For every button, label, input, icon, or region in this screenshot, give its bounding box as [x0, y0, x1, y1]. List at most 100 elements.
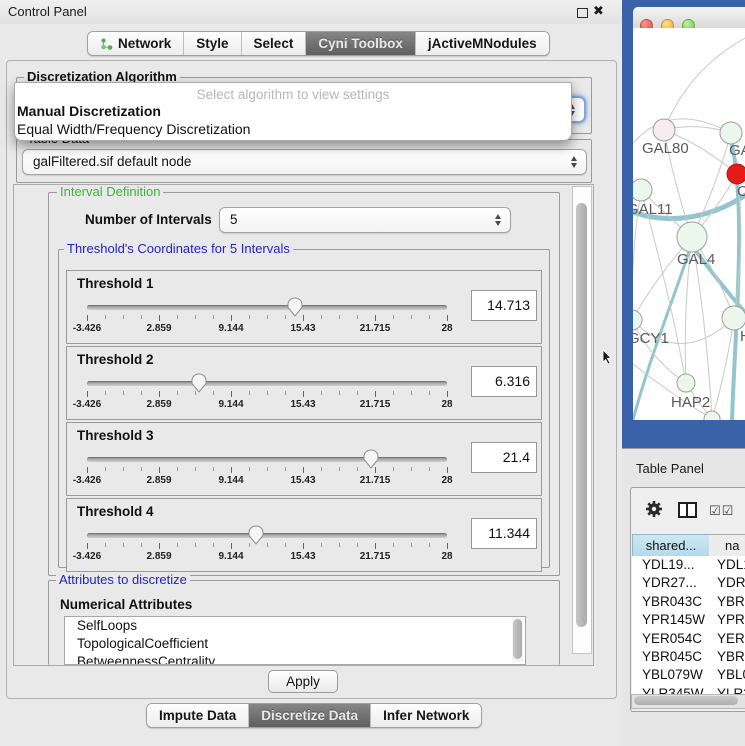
tab-network[interactable]: Network — [88, 32, 184, 55]
tab-jactivemnodules[interactable]: jActiveMNodules — [416, 32, 549, 55]
panel-title: Control Panel — [8, 4, 87, 19]
tick-label: 15.43 — [279, 475, 327, 486]
slider-tick — [411, 543, 412, 547]
mouse-cursor — [602, 350, 614, 364]
slider-tick — [141, 467, 142, 471]
table-row[interactable]: YPR145WYPR1 — [632, 611, 745, 629]
tab-discretize-data[interactable]: Discretize Data — [249, 704, 371, 727]
slider-tick — [429, 315, 430, 319]
attribute-list-item[interactable]: BetweennessCentrality — [65, 653, 525, 665]
slider-tick — [267, 467, 268, 471]
popup-option-manual[interactable]: Manual Discretization — [17, 103, 161, 119]
table-rows: YDL19...YDL1YDR27...YDR2YBR043CYBR0YPR14… — [632, 556, 745, 694]
table-row[interactable]: YBR043CYBR0 — [632, 593, 745, 611]
tick-label: 15.43 — [279, 399, 327, 410]
attribute-list-item[interactable]: TopologicalCoefficient — [65, 635, 525, 653]
control-panel-titlebar: Control Panel ✖ — [0, 0, 622, 24]
gear-icon[interactable] — [645, 500, 663, 518]
network-graph[interactable]: GAL80GACGAL11GAL4GCY1HHAP2 — [633, 28, 745, 420]
tab-cyni-toolbox[interactable]: Cyni Toolbox — [306, 32, 416, 55]
tab-label: jActiveMNodules — [428, 32, 537, 55]
tab-label: Style — [196, 32, 228, 55]
slider-thumb[interactable] — [287, 297, 303, 317]
cell-shared-name: YBL079W — [642, 666, 703, 684]
network-view-canvas[interactable]: GAL80GACGAL11GAL4GCY1HHAP2 — [633, 28, 745, 420]
table-row[interactable]: YDL19...YDL1 — [632, 556, 745, 574]
horizontal-scrollbar[interactable] — [631, 694, 745, 709]
network-node-h[interactable] — [722, 306, 745, 330]
slider-thumb[interactable] — [248, 525, 264, 545]
network-node-hap2[interactable] — [677, 374, 695, 392]
cell-shared-name: YDL19... — [642, 556, 695, 574]
slider-thumb[interactable] — [363, 449, 379, 469]
column-header-shared-name[interactable]: shared... — [632, 534, 710, 557]
tick-label: 2.859 — [135, 475, 183, 486]
tab-select[interactable]: Select — [242, 32, 307, 55]
slider-tick — [411, 315, 412, 319]
slider-tick — [249, 543, 250, 547]
slider-track[interactable] — [87, 305, 447, 310]
slider-tick — [393, 467, 394, 471]
table-row[interactable]: YER054C YER0 — [632, 630, 745, 648]
close-icon[interactable]: ✖ — [593, 3, 604, 19]
cell-name: YBL0 — [717, 666, 745, 684]
vertical-scrollbar[interactable] — [572, 186, 592, 654]
table-row[interactable]: YDR27...YDR2 — [632, 574, 745, 592]
attribute-list-item[interactable]: SelfLoops — [65, 617, 525, 635]
split-columns-icon[interactable] — [678, 502, 697, 518]
num-intervals-combobox[interactable]: 5 — [219, 207, 511, 233]
tick-label: 2.859 — [135, 399, 183, 410]
slider-tick — [195, 315, 196, 319]
table-data-combobox[interactable]: galFiltered.sif default node — [22, 149, 587, 175]
slider-tick — [429, 467, 430, 471]
slider-tick — [357, 467, 358, 471]
slider-tick — [249, 467, 250, 471]
scrollbar-thumb[interactable] — [513, 619, 522, 659]
popup-option-equal-width[interactable]: Equal Width/Frequency Discretization — [17, 121, 250, 137]
scrollbar-thumb[interactable] — [576, 203, 587, 627]
slider-track[interactable] — [87, 533, 447, 538]
node-label: GAL80 — [642, 140, 689, 157]
network-node-gal4[interactable] — [677, 222, 707, 252]
table-row[interactable]: YLR345WYLR3 — [632, 685, 745, 694]
apply-button[interactable]: Apply — [268, 670, 338, 693]
cell-name: YER0 — [717, 630, 745, 648]
tab-style[interactable]: Style — [184, 32, 241, 55]
threshold-panel-2: Threshold 2-3.4262.8599.14415.4321.71528… — [66, 346, 542, 420]
column-header-name[interactable]: na — [709, 534, 745, 557]
threshold-value-field[interactable]: 11.344 — [471, 518, 537, 549]
attributes-scrollbar[interactable] — [512, 617, 523, 662]
slider-tick — [447, 391, 448, 397]
cell-shared-name: YER054C — [642, 630, 702, 648]
select-columns-icon[interactable]: ☑☑ — [709, 503, 734, 519]
network-node-gcy1[interactable] — [633, 310, 642, 330]
network-node-gal11[interactable] — [633, 179, 652, 201]
slider-track[interactable] — [87, 457, 447, 462]
algorithm-dropdown-popup: Select algorithm to view settings Manual… — [14, 82, 572, 141]
float-window-icon[interactable] — [577, 8, 588, 18]
threshold-panel-1: Threshold 1-3.4262.8599.14415.4321.71528… — [66, 270, 542, 344]
slider-tick — [195, 391, 196, 395]
network-node-gal80[interactable] — [653, 119, 675, 141]
network-node-ga[interactable] — [720, 122, 742, 144]
table-row[interactable]: YBR045CYBR0 — [632, 648, 745, 666]
scrollbar-thumb[interactable] — [634, 696, 738, 705]
slider-tick — [159, 543, 160, 549]
slider-tick — [231, 391, 232, 397]
threshold-value-field[interactable]: 6.316 — [471, 366, 537, 397]
tick-label: 15.43 — [279, 323, 327, 334]
num-intervals-label: Number of Intervals — [85, 212, 212, 227]
network-node-c[interactable] — [727, 164, 745, 184]
tab-impute-data[interactable]: Impute Data — [147, 704, 249, 727]
table-row[interactable]: YBL079W YBL0 — [632, 666, 745, 684]
numerical-attributes-list[interactable]: SelfLoopsTopologicalCoefficientBetweenne… — [64, 616, 526, 665]
threshold-value-field[interactable]: 14.713 — [471, 290, 537, 321]
tab-infer-network[interactable]: Infer Network — [371, 704, 481, 727]
network-edge[interactable] — [692, 133, 731, 237]
slider-tick — [303, 391, 304, 397]
slider-thumb[interactable] — [191, 373, 207, 393]
network-edge[interactable] — [664, 38, 745, 130]
table-data-value: galFiltered.sif default node — [33, 150, 191, 174]
threshold-value-field[interactable]: 21.4 — [471, 442, 537, 473]
slider-track[interactable] — [87, 381, 447, 386]
